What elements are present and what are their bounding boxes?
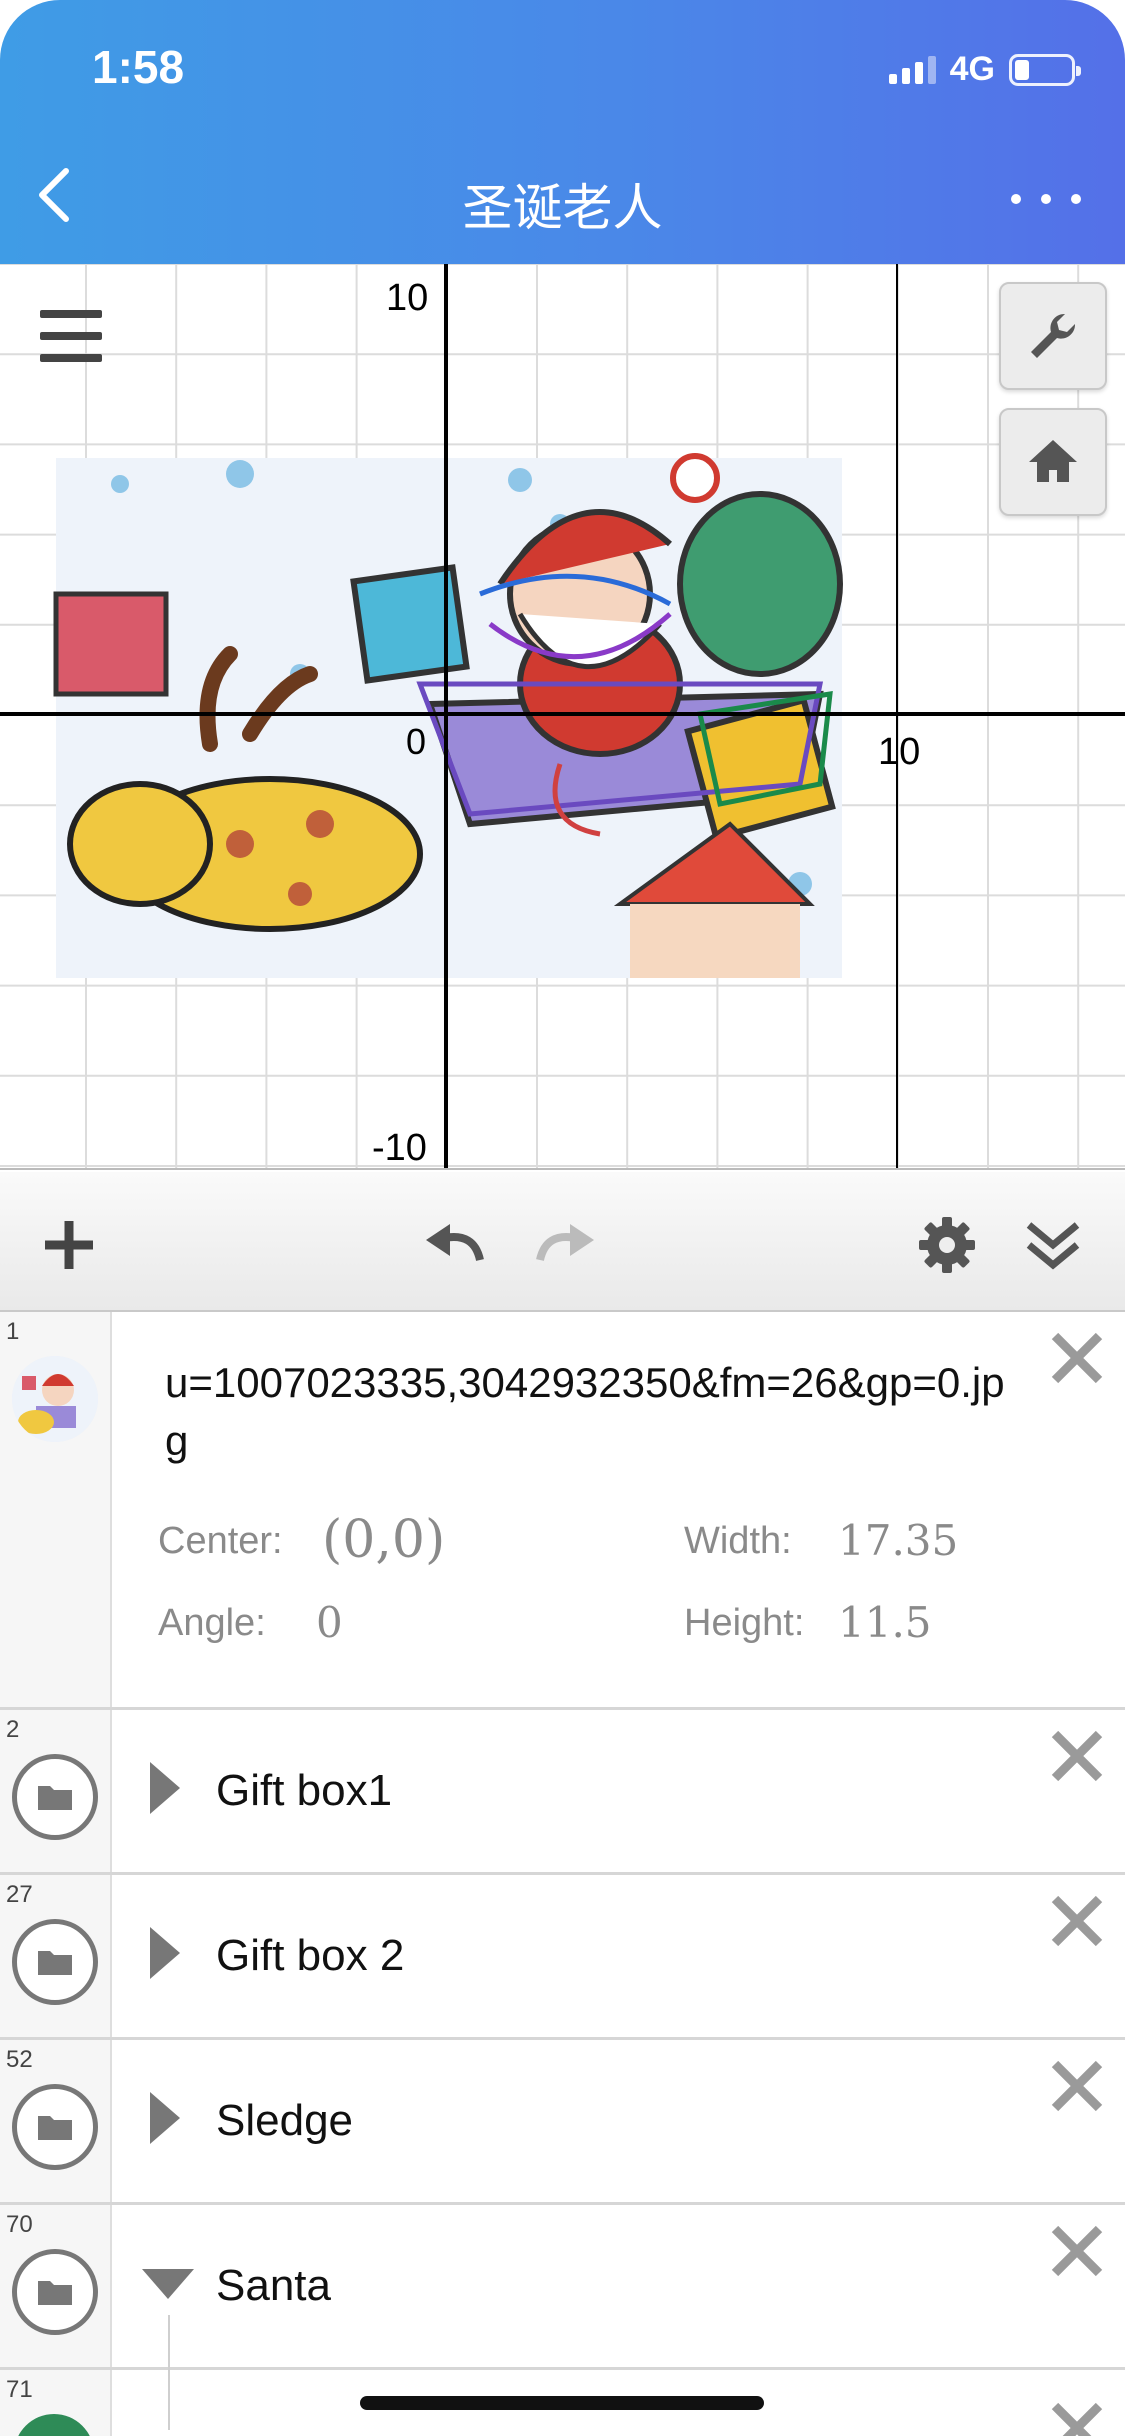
row-number: 70 <box>6 2211 33 2238</box>
y-max-label: 10 <box>386 277 428 319</box>
image-thumbnail[interactable] <box>12 1356 98 1442</box>
battery-icon <box>1009 53 1081 86</box>
graph-settings-button[interactable] <box>999 282 1107 390</box>
double-chevron-down-icon <box>1026 1222 1080 1270</box>
expression-row-image[interactable]: 1 u=1007023335,3042932350&fm=26&gp=0.jpg… <box>0 1312 1125 1710</box>
undo-icon <box>426 1224 484 1262</box>
status-time: 1:58 <box>92 41 185 93</box>
wrench-icon <box>1031 313 1076 358</box>
folder-label[interactable]: Gift box 2 <box>216 1931 404 1981</box>
collapse-list-button[interactable] <box>1018 1210 1088 1280</box>
expression-list: 1 u=1007023335,3042932350&fm=26&gp=0.jpg… <box>0 1312 1125 2436</box>
folder-tree-line <box>168 2315 170 2370</box>
settings-button[interactable] <box>912 1210 982 1280</box>
expand-arrow-icon[interactable] <box>150 2092 180 2144</box>
more-button[interactable] <box>1011 174 1081 224</box>
width-value[interactable]: 17.35 <box>838 1516 958 1565</box>
row-number: 1 <box>6 1318 20 1345</box>
close-icon[interactable] <box>1049 1728 1105 1784</box>
undo-button[interactable] <box>420 1210 490 1280</box>
x-max-label: 10 <box>878 731 920 773</box>
row-number: 52 <box>6 2046 33 2073</box>
collapse-arrow-icon[interactable] <box>142 2269 194 2299</box>
folder-icon[interactable] <box>12 2249 98 2335</box>
page-title: 圣诞老人 <box>462 179 663 237</box>
row-number: 2 <box>6 1716 20 1743</box>
folder-label[interactable]: Gift box1 <box>216 1766 392 1816</box>
home-indicator <box>360 2396 764 2410</box>
height-label: Height: <box>684 1602 805 1644</box>
signal-icon <box>888 55 936 84</box>
y-min-label: -10 <box>372 1127 427 1169</box>
reset-view-button[interactable] <box>999 408 1107 516</box>
add-expression-button[interactable] <box>34 1210 104 1280</box>
graph-grid: 10 0 10 -10 <box>0 264 1125 1169</box>
folder-label[interactable]: Santa <box>216 2261 331 2311</box>
app-header: 1:58 4G 圣诞老人 <box>0 0 1125 264</box>
close-icon[interactable] <box>1049 2058 1105 2114</box>
plus-icon <box>45 1221 93 1269</box>
expression-toolbar <box>0 1172 1125 1312</box>
ellipsis-icon <box>1011 194 1021 204</box>
close-icon[interactable] <box>1049 1330 1105 1386</box>
folder-icon[interactable] <box>12 2084 98 2170</box>
width-label: Width: <box>684 1520 792 1562</box>
center-value[interactable]: (0,0) <box>322 1510 445 1570</box>
folder-row-santa[interactable]: 70 Santa <box>0 2205 1125 2370</box>
status-indicators: 4G <box>888 50 1081 89</box>
graph-canvas[interactable]: 10 0 10 -10 <box>0 264 1125 1170</box>
gear-icon <box>919 1217 975 1273</box>
angle-label: Angle: <box>158 1602 266 1644</box>
center-label: Center: <box>158 1520 283 1562</box>
origin-label: 0 <box>406 721 426 762</box>
folder-tree-line <box>168 2370 170 2430</box>
folder-icon[interactable] <box>12 1919 98 2005</box>
hamburger-icon <box>40 310 102 318</box>
home-icon <box>1029 440 1077 482</box>
angle-value[interactable]: 0 <box>316 1598 343 1647</box>
redo-button[interactable] <box>530 1210 600 1280</box>
expand-arrow-icon[interactable] <box>150 1927 180 1979</box>
row-number: 27 <box>6 1881 33 1908</box>
folder-label[interactable]: Sledge <box>216 2096 353 2146</box>
folder-row-sledge[interactable]: 52 Sledge <box>0 2040 1125 2205</box>
close-icon[interactable] <box>1049 2400 1105 2436</box>
expand-arrow-icon[interactable] <box>150 1762 180 1814</box>
close-icon[interactable] <box>1049 1893 1105 1949</box>
folder-row-gift-box-2[interactable]: 27 Gift box 2 <box>0 1875 1125 2040</box>
folder-icon[interactable] <box>12 1754 98 1840</box>
image-filename[interactable]: u=1007023335,3042932350&fm=26&gp=0.jpg <box>165 1354 1015 1470</box>
close-icon[interactable] <box>1049 2223 1105 2279</box>
folder-row-gift-box1[interactable]: 2 Gift box1 <box>0 1710 1125 1875</box>
redo-icon <box>536 1224 594 1262</box>
network-label: 4G <box>949 50 995 88</box>
expression-menu-button[interactable] <box>40 310 102 362</box>
height-value[interactable]: 11.5 <box>838 1598 932 1647</box>
santa-image[interactable] <box>53 453 843 978</box>
row-number: 71 <box>6 2376 33 2403</box>
color-swatch[interactable] <box>14 2414 94 2436</box>
